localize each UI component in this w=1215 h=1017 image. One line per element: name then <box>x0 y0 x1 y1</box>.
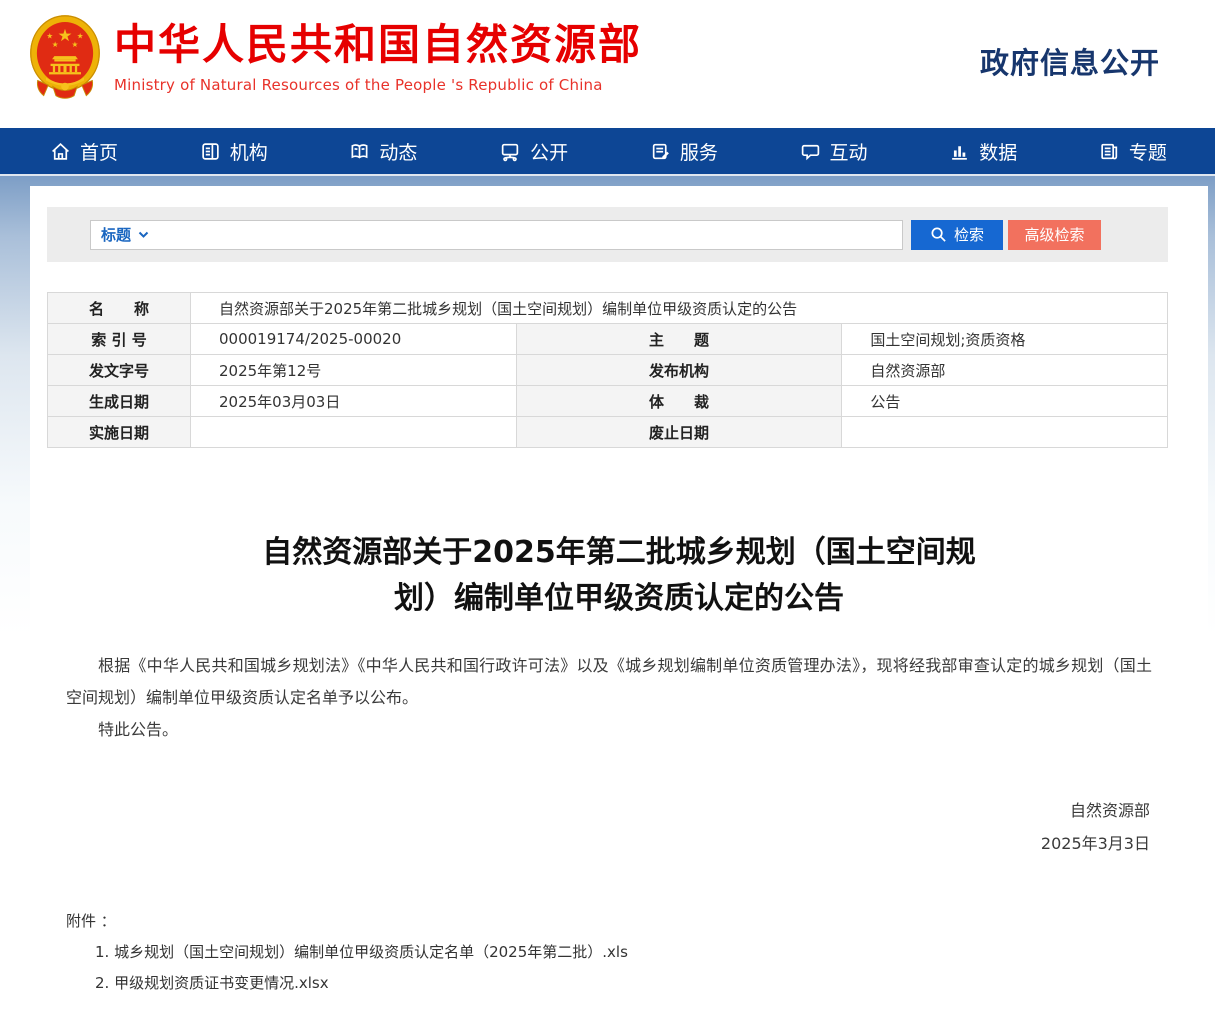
table-row: 索 引 号 000019174/2025-00020 主 题 国土空间规划;资质… <box>48 324 1168 355</box>
attachment-link[interactable]: 2. 甲级规划资质证书变更情况.xlsx <box>66 968 1208 999</box>
meta-agency-label: 发布机构 <box>516 355 842 386</box>
newspaper-icon <box>1099 141 1120 162</box>
attachments-label: 附件 ： <box>66 906 1208 937</box>
article-body: 根据《中华人民共和国城乡规划法》《中华人民共和国行政许可法》以及《城乡规划编制单… <box>30 650 1208 746</box>
search-input[interactable] <box>149 222 902 248</box>
meta-created-label: 生成日期 <box>48 386 191 417</box>
nav-item-disclosure[interactable]: 公开 <box>499 138 568 165</box>
search-icon <box>930 226 947 243</box>
site-subtitle: Ministry of Natural Resources of the Peo… <box>114 76 642 94</box>
meta-impl-label: 实施日期 <box>48 417 191 448</box>
svg-text:★: ★ <box>58 25 73 45</box>
chat-bubble-icon <box>800 141 821 162</box>
table-row: 生成日期 2025年03月03日 体 裁 公告 <box>48 386 1168 417</box>
site-title: 中华人民共和国自然资源部 <box>114 20 642 70</box>
document-pencil-icon <box>650 141 671 162</box>
signature-block: 自然资源部 2025年3月3日 <box>30 794 1208 860</box>
search-box: 标题 <box>90 220 903 250</box>
nav-label: 机构 <box>230 138 268 165</box>
signature-agency: 自然资源部 <box>30 794 1150 827</box>
section-title: 政府信息公开 <box>980 40 1160 82</box>
table-row: 名 称 自然资源部关于2025年第二批城乡规划（国土空间规划）编制单位甲级资质认… <box>48 293 1168 324</box>
nav-item-service[interactable]: 服务 <box>650 138 718 165</box>
home-icon <box>50 141 71 162</box>
nav-label: 专题 <box>1129 138 1167 165</box>
nav-label: 首页 <box>80 138 118 165</box>
search-button-label: 检索 <box>954 224 984 245</box>
search-field-selector[interactable]: 标题 <box>91 224 149 245</box>
monitor-network-icon <box>499 141 521 162</box>
page-background: 标题 检索 高级检索 <box>0 176 1215 1017</box>
nav-item-interaction[interactable]: 互动 <box>800 138 868 165</box>
nav-item-org[interactable]: 机构 <box>200 138 268 165</box>
nav-label: 动态 <box>379 138 417 165</box>
table-row: 实施日期 废止日期 <box>48 417 1168 448</box>
svg-text:★: ★ <box>71 40 78 49</box>
meta-repeal-value <box>842 417 1168 448</box>
article-paragraph: 特此公告。 <box>66 714 1152 746</box>
organization-icon <box>200 141 221 162</box>
meta-subject-label: 主 题 <box>516 324 842 355</box>
chevron-down-icon <box>138 231 149 239</box>
national-emblem-logo: ★ ★ ★ ★ ★ <box>27 11 103 115</box>
search-panel: 标题 检索 高级检索 <box>47 186 1168 262</box>
meta-index-label: 索 引 号 <box>48 324 191 355</box>
nav-label: 公开 <box>530 138 568 165</box>
signature-date: 2025年3月3日 <box>30 827 1150 860</box>
meta-docnum-label: 发文字号 <box>48 355 191 386</box>
meta-created-value: 2025年03月03日 <box>191 386 517 417</box>
article-paragraph: 根据《中华人民共和国城乡规划法》《中华人民共和国行政许可法》以及《城乡规划编制单… <box>66 650 1152 714</box>
attachments-section: 附件 ： 1. 城乡规划（国土空间规划）编制单位甲级资质认定名单（2025年第二… <box>30 906 1208 999</box>
meta-docnum-value: 2025年第12号 <box>191 355 517 386</box>
search-field-label: 标题 <box>101 224 131 245</box>
svg-text:★: ★ <box>52 40 59 49</box>
content-card: 标题 检索 高级检索 <box>30 186 1208 1017</box>
open-book-icon <box>349 141 370 162</box>
nav-item-data[interactable]: 数据 <box>949 138 1017 165</box>
bar-chart-icon <box>949 141 970 162</box>
nav-item-topics[interactable]: 专题 <box>1099 138 1167 165</box>
advanced-search-button[interactable]: 高级检索 <box>1008 220 1101 250</box>
meta-name-label: 名 称 <box>48 293 191 324</box>
meta-repeal-label: 废止日期 <box>516 417 842 448</box>
nav-label: 服务 <box>680 138 718 165</box>
meta-name-value: 自然资源部关于2025年第二批城乡规划（国土空间规划）编制单位甲级资质认定的公告 <box>191 293 1168 324</box>
advanced-search-label: 高级检索 <box>1024 224 1084 245</box>
main-nav: 首页 机构 动态 公开 <box>0 128 1215 176</box>
search-button[interactable]: 检索 <box>911 220 1003 250</box>
nav-label: 数据 <box>979 138 1017 165</box>
meta-impl-value <box>191 417 517 448</box>
attachment-link[interactable]: 1. 城乡规划（国土空间规划）编制单位甲级资质认定名单（2025年第二批）.xl… <box>66 937 1208 968</box>
article-title: 自然资源部关于2025年第二批城乡规划（国土空间规划）编制单位甲级资质认定的公告 <box>244 530 994 622</box>
meta-subject-value: 国土空间规划;资质资格 <box>842 324 1168 355</box>
document-meta-table: 名 称 自然资源部关于2025年第二批城乡规划（国土空间规划）编制单位甲级资质认… <box>47 292 1168 448</box>
site-header: ★ ★ ★ ★ ★ 中华人民共和国自然资源部 Ministry of Natur… <box>0 0 1215 128</box>
meta-genre-value: 公告 <box>842 386 1168 417</box>
nav-label: 互动 <box>830 138 868 165</box>
meta-index-value: 000019174/2025-00020 <box>191 324 517 355</box>
table-row: 发文字号 2025年第12号 发布机构 自然资源部 <box>48 355 1168 386</box>
meta-agency-value: 自然资源部 <box>842 355 1168 386</box>
meta-genre-label: 体 裁 <box>516 386 842 417</box>
nav-item-news[interactable]: 动态 <box>349 138 417 165</box>
nav-item-home[interactable]: 首页 <box>50 138 118 165</box>
